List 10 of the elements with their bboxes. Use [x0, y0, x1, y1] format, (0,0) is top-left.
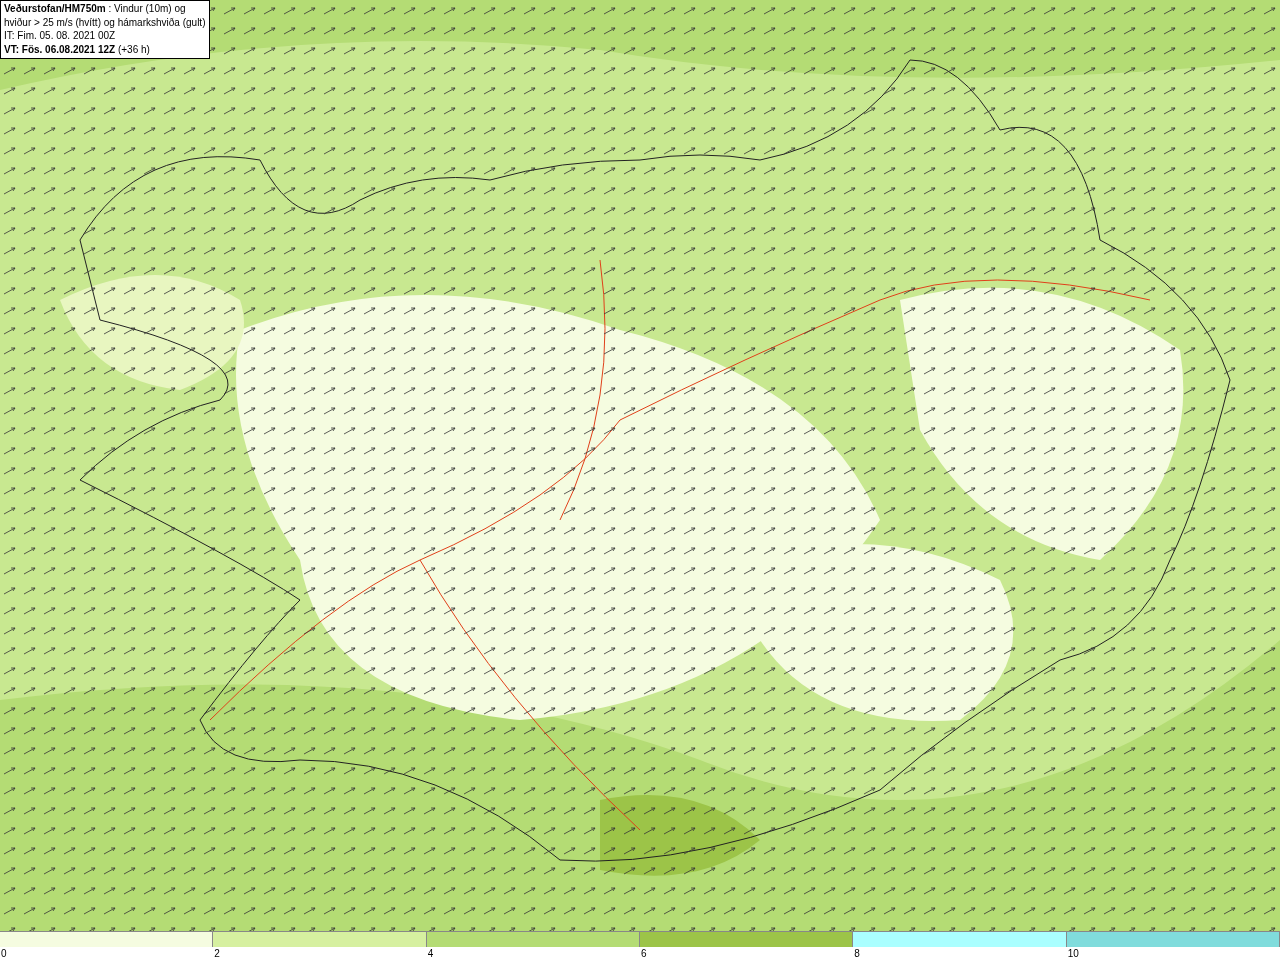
- title-line: hviður > 25 m/s (hvítt) og hámarkshviða (gult): [4, 15, 206, 29]
- legend-label: 6: [641, 948, 647, 959]
- title-line: Veðurstofan/HM750m : Vindur (10m) og: [4, 2, 187, 16]
- legend-label: 10: [1067, 948, 1079, 959]
- title-line: IT: Fim. 05. 08. 2021 00Z: [4, 29, 117, 43]
- legend-label: 4: [427, 948, 434, 959]
- legend-label: 8: [854, 948, 860, 959]
- title-line: VT: Fös. 06.08.2021 12Z (+36 h): [4, 42, 151, 56]
- legend-label: 0: [1, 948, 7, 959]
- legend-label: 2: [214, 948, 220, 959]
